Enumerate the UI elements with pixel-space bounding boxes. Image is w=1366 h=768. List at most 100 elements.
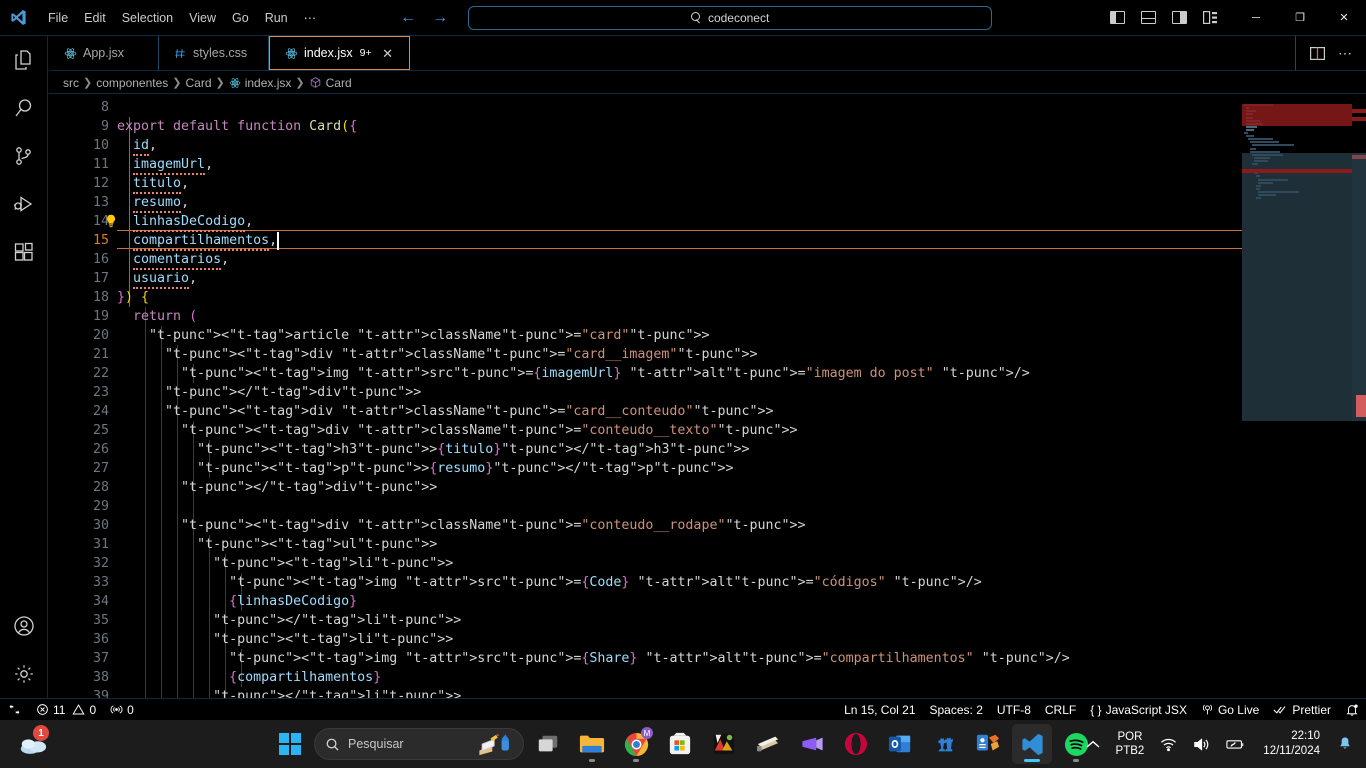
vscode-icon[interactable] [1012, 724, 1052, 764]
line-number: 29 [92, 499, 109, 514]
editor-language-button[interactable]: { } JavaScript JSX [1083, 699, 1194, 721]
breadcrumb-item-symbol-card[interactable]: Card [309, 76, 352, 90]
code-editor[interactable]: 8 9 10 11 12 13 14 15 16 17 18 19 20 21 22 23 24 25 26 27 28… [49, 95, 1366, 734]
minimap[interactable] [1242, 95, 1352, 734]
tab-app-jsx[interactable]: App.jsx [49, 36, 159, 70]
breadcrumb-item-index-jsx[interactable]: index.jsx [229, 76, 291, 90]
code-line: "t-punc"><"t-tag">div "t-attr">className… [165, 347, 758, 362]
editor-indentation-button[interactable]: Spaces: 2 [923, 699, 990, 721]
office-icon[interactable] [968, 724, 1008, 764]
tab-index-jsx[interactable]: index.jsx 9+ ✕ [269, 36, 410, 70]
manage-settings-button[interactable] [0, 650, 48, 698]
menu-go[interactable]: Go [224, 6, 257, 30]
windows-start-button[interactable] [270, 724, 310, 764]
status-bar-right: Ln 15, Col 21 Spaces: 2 UTF-8 CRLF { } J… [837, 699, 1366, 721]
close-button[interactable]: ✕ [1322, 0, 1366, 35]
accounts-button[interactable] [0, 602, 48, 650]
code-line: linhasDeCodigo, [117, 212, 253, 232]
chrome-icon[interactable]: M [616, 724, 656, 764]
show-hidden-icons-button[interactable] [1079, 724, 1107, 764]
clock-button[interactable]: 22:10 12/11/2024 [1255, 729, 1328, 759]
menu-more[interactable]: ⋯ [296, 6, 325, 30]
customize-layout-button[interactable] [1196, 4, 1224, 32]
breadcrumb-item-card[interactable]: Card [185, 76, 211, 90]
sidebar-item-run-and-debug[interactable] [0, 180, 48, 228]
line-number: 26 [92, 442, 109, 457]
go-back-icon[interactable]: ← [400, 9, 416, 26]
toggle-panel-button[interactable] [1134, 4, 1162, 32]
split-editor-button[interactable] [1304, 40, 1330, 66]
battery-icon[interactable] [1219, 724, 1253, 764]
photos-icon[interactable] [704, 724, 744, 764]
menu-edit[interactable]: Edit [76, 6, 114, 30]
breadcrumb-item-src[interactable]: src [63, 76, 79, 90]
tab-styles-css[interactable]: styles.css [159, 36, 269, 70]
volume-icon[interactable] [1186, 724, 1217, 764]
toggle-primary-sidebar-button[interactable] [1103, 4, 1131, 32]
check-all-icon [1273, 706, 1286, 714]
notification-bell-icon[interactable] [1330, 724, 1360, 764]
close-icon[interactable]: ✕ [381, 47, 395, 60]
line-number: 21 [92, 347, 109, 362]
notifications-button[interactable] [1338, 699, 1366, 721]
ports-button[interactable]: 0 [103, 699, 141, 721]
sublime-text-icon[interactable] [748, 724, 788, 764]
menu-selection[interactable]: Selection [114, 6, 181, 30]
quick-fix-lightbulb-icon[interactable] [105, 214, 117, 228]
minimap-line [1244, 132, 1248, 134]
editor-actions: ⋯ [1295, 36, 1366, 70]
remote-window-button[interactable] [0, 699, 29, 721]
sidebar-item-extensions[interactable] [0, 228, 48, 276]
opera-icon[interactable] [836, 724, 876, 764]
sidebar-item-search[interactable] [0, 84, 48, 132]
breadcrumb-item-componentes[interactable]: componentes [96, 76, 168, 90]
menu-run[interactable]: Run [257, 6, 296, 30]
line-number: 28 [92, 480, 109, 495]
taskbar-center: Pesquisar M [270, 720, 1096, 768]
search-icon [690, 12, 702, 23]
go-forward-icon[interactable]: → [432, 9, 448, 26]
tab-bar: App.jsx styles.css index.jsx 9+ ✕ ⋯ [49, 36, 1366, 71]
code-line: {compartilhamentos} [229, 670, 382, 685]
line-number: 23 [92, 385, 109, 400]
wifi-icon[interactable] [1153, 724, 1184, 764]
microsoft-store-icon[interactable] [660, 724, 700, 764]
editor-position-button[interactable]: Ln 15, Col 21 [837, 699, 922, 721]
text-cursor [277, 232, 280, 250]
restore-button[interactable]: ❐ [1278, 0, 1322, 35]
taskbar-search-box[interactable]: Pesquisar [314, 728, 524, 760]
file-explorer-icon[interactable] [572, 724, 612, 764]
overview-ruler[interactable] [1352, 95, 1366, 734]
code-line: "t-punc"><"t-tag">p"t-punc">>{resumo}"t-… [197, 461, 734, 476]
minimap-line [1256, 197, 1261, 200]
editor-encoding-button[interactable]: UTF-8 [990, 699, 1038, 721]
minimize-button[interactable]: ─ [1234, 0, 1278, 35]
broadcast-icon [1202, 704, 1213, 715]
code-line: "t-punc"><"t-tag">img "t-attr">src"t-pun… [181, 366, 1030, 381]
toggle-secondary-sidebar-button[interactable] [1165, 4, 1193, 32]
sidebar-item-source-control[interactable] [0, 132, 48, 180]
chess-icon[interactable] [924, 724, 964, 764]
more-actions-button[interactable]: ⋯ [1332, 40, 1358, 66]
line-number: 24 [92, 404, 109, 419]
code-content[interactable]: export default function Card({ id, image… [117, 95, 1281, 734]
minimap-error-band [1242, 119, 1352, 126]
editor-group: App.jsx styles.css index.jsx 9+ ✕ ⋯ src … [49, 36, 1366, 734]
editor-scrollbar-thumb[interactable] [1352, 153, 1366, 421]
language-bottom: PTB2 [1115, 745, 1145, 757]
editor-eol-button[interactable]: CRLF [1038, 699, 1083, 721]
menu-view[interactable]: View [181, 6, 224, 30]
go-live-button[interactable]: Go Live [1194, 699, 1266, 721]
sidebar-item-explorer[interactable] [0, 36, 48, 84]
code-line: "t-punc"></"t-tag">li"t-punc">> [213, 613, 462, 628]
language-indicator[interactable]: POR PTB2 [1109, 724, 1152, 764]
task-view-icon[interactable] [528, 724, 568, 764]
prettier-button[interactable]: Prettier [1266, 699, 1338, 721]
code-line: id, [117, 136, 157, 156]
clipchamp-icon[interactable] [792, 724, 832, 764]
menu-file[interactable]: File [40, 6, 76, 30]
problems-button[interactable]: 11 0 [29, 699, 103, 721]
outlook-icon[interactable] [880, 724, 920, 764]
status-bar: 11 0 0 Ln 15, Col 21 Spaces: 2 UTF-8 CRL… [0, 698, 1366, 720]
command-center[interactable]: codeconect [468, 5, 993, 30]
